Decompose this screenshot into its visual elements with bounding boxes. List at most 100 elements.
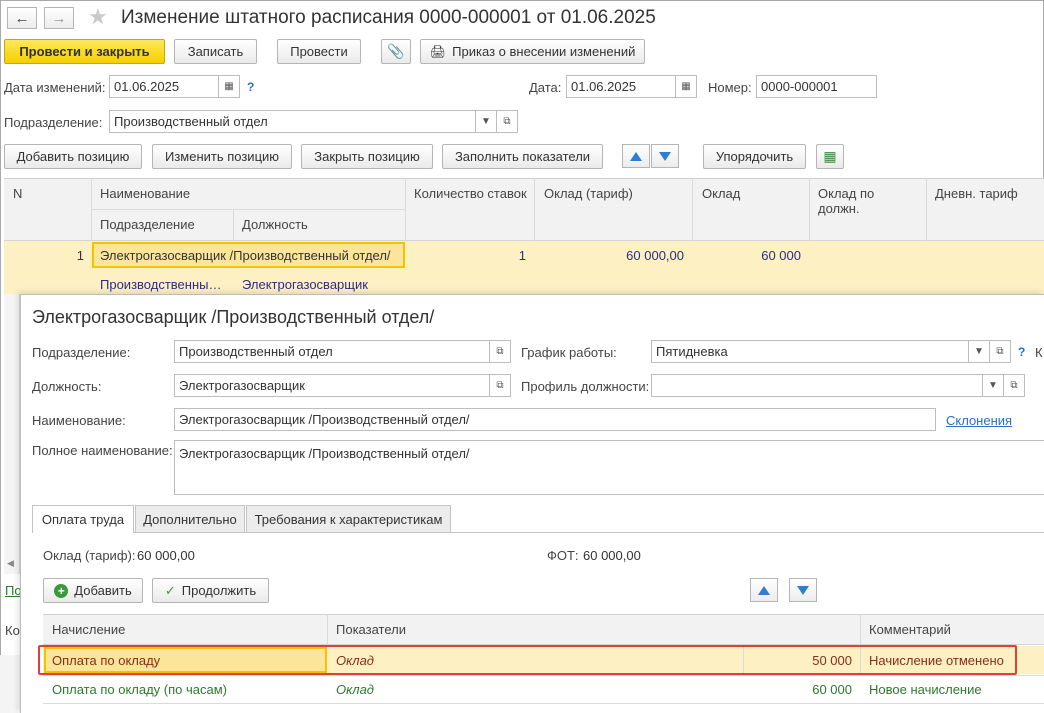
printer-icon: 🖨: [429, 43, 447, 59]
dialog-department-field[interactable]: Производственный отдел: [174, 340, 490, 363]
back-button[interactable]: ←: [7, 7, 37, 29]
accrual-name: Оплата по окладу (по часам): [52, 682, 227, 697]
arrow-right-icon: →: [51, 9, 67, 27]
profile-field[interactable]: [651, 374, 983, 397]
col-day-tariff-header[interactable]: Дневн. тариф: [935, 186, 1018, 201]
move-up-button[interactable]: [622, 144, 650, 168]
post-button[interactable]: Провести: [277, 39, 361, 64]
date-field[interactable]: 01.06.2025: [566, 75, 676, 98]
arrow-left-icon: ←: [14, 9, 30, 27]
tab-additional[interactable]: Дополнительно: [135, 505, 245, 532]
accrual-move-down-button[interactable]: [789, 578, 817, 602]
col-name-header[interactable]: Наименование: [100, 186, 190, 201]
full-name-textarea[interactable]: Электрогазосварщик /Производственный отд…: [174, 440, 1044, 495]
chevron-down-icon: ▼: [974, 346, 984, 357]
add-position-button[interactable]: Добавить позицию: [4, 144, 142, 169]
favorite-star-icon[interactable]: ★: [88, 4, 108, 30]
close-position-button[interactable]: Закрыть позицию: [301, 144, 433, 169]
grid-divider: [809, 178, 810, 241]
plus-circle-icon: +: [54, 583, 69, 598]
col-salary-header[interactable]: Оклад: [702, 186, 740, 201]
left-panel-stub: [0, 655, 20, 713]
grid-divider: [926, 178, 927, 241]
col-comment-header[interactable]: Комментарий: [869, 622, 951, 637]
number-field[interactable]: 0000-000001: [756, 75, 877, 98]
full-name-label: Полное наименование:: [32, 443, 173, 458]
dialog-post-field[interactable]: Электрогазосварщик: [174, 374, 490, 397]
accrual-move-up-button[interactable]: [750, 578, 778, 602]
save-button[interactable]: Записать: [174, 39, 257, 64]
grid-divider: [43, 703, 1044, 704]
tab-requirements[interactable]: Требования к характеристикам: [246, 505, 451, 532]
dialog-post-open-button[interactable]: ⧉: [490, 374, 511, 397]
add-accrual-label: Добавить: [74, 583, 132, 598]
accrual-value: 60 000: [812, 682, 852, 697]
accrual-comment: Новое начисление: [869, 682, 982, 697]
change-date-label: Дата изменений:: [4, 80, 106, 95]
col-salary-tariff-header[interactable]: Оклад (тариф): [544, 186, 633, 201]
tabs-baseline: [32, 532, 1044, 533]
table-settings-button[interactable]: ▦: [816, 144, 844, 169]
profile-dropdown-button[interactable]: ▼: [983, 374, 1004, 397]
continue-label: Продолжить: [181, 583, 257, 598]
department-open-button[interactable]: ⧉: [497, 110, 518, 133]
department-dropdown-button[interactable]: ▼: [476, 110, 497, 133]
department-field[interactable]: Производственный отдел: [109, 110, 476, 133]
col-rates-header[interactable]: Количество ставок: [414, 186, 527, 201]
arrow-up-icon: [630, 151, 642, 161]
change-date-field[interactable]: 01.06.2025: [109, 75, 219, 98]
schedule-open-button[interactable]: ⧉: [990, 340, 1011, 363]
col-salary-post-header[interactable]: Оклад по должн.: [818, 186, 918, 216]
open-icon: ⧉: [496, 380, 504, 391]
continue-button[interactable]: ✓ Продолжить: [152, 578, 269, 603]
grid-divider: [405, 178, 406, 241]
arrow-down-icon: [797, 585, 809, 595]
grid-divider: [233, 209, 234, 241]
dialog-department-label: Подразделение:: [32, 345, 131, 360]
attach-button[interactable]: 📎: [381, 39, 411, 64]
dialog-department-open-button[interactable]: ⧉: [490, 340, 511, 363]
grid-scrollbar[interactable]: [4, 294, 20, 574]
schedule-dropdown-button[interactable]: ▼: [969, 340, 990, 363]
row-rates: 1: [518, 248, 526, 263]
scroll-left-icon[interactable]: ◀: [7, 558, 14, 569]
edit-position-button[interactable]: Изменить позицию: [152, 144, 292, 169]
col-indicators-header[interactable]: Показатели: [336, 622, 406, 637]
dialog-name-label: Наименование:: [32, 413, 126, 428]
row-salary-tariff: 60 000,00: [626, 248, 684, 263]
move-down-button[interactable]: [651, 144, 679, 168]
dialog-name-field[interactable]: Электрогазосварщик /Производственный отд…: [174, 408, 936, 431]
change-date-calendar-button[interactable]: ▦: [219, 75, 240, 98]
grid-divider: [327, 614, 328, 645]
forward-button[interactable]: →: [44, 7, 74, 29]
col-accrual-header[interactable]: Начисление: [52, 622, 125, 637]
calendar-icon: ▦: [224, 81, 234, 92]
fot-value: 60 000,00: [583, 548, 641, 563]
col-n-header[interactable]: N: [13, 186, 22, 201]
schedule-cut-label: К: [1035, 345, 1043, 360]
date-calendar-button[interactable]: ▦: [676, 75, 697, 98]
arrow-up-icon: [758, 585, 770, 595]
schedule-help-icon[interactable]: ?: [1018, 345, 1025, 359]
fill-indicators-button[interactable]: Заполнить показатели: [442, 144, 603, 169]
order-button-label: Приказ о внесении изменений: [452, 44, 636, 59]
row-name: Электрогазосварщик /Производственный отд…: [100, 248, 391, 263]
chevron-down-icon: ▼: [988, 380, 998, 391]
declensions-link[interactable]: Склонения: [946, 413, 1012, 428]
tab-salary[interactable]: Оплата труда: [32, 505, 134, 533]
schedule-field[interactable]: Пятидневка: [651, 340, 969, 363]
col-post-header[interactable]: Должность: [242, 217, 308, 232]
chevron-down-icon: ▼: [481, 116, 491, 127]
number-label: Номер:: [708, 80, 752, 95]
grid-divider: [692, 178, 693, 241]
add-accrual-button[interactable]: + Добавить: [43, 578, 143, 603]
profile-open-button[interactable]: ⧉: [1004, 374, 1025, 397]
sort-button[interactable]: Упорядочить: [703, 144, 806, 169]
post-and-close-button[interactable]: Провести и закрыть: [4, 39, 165, 64]
row-salary: 60 000: [761, 248, 801, 263]
change-date-help-icon[interactable]: ?: [247, 80, 254, 94]
col-dept-header[interactable]: Подразделение: [100, 217, 195, 232]
order-button[interactable]: 🖨 Приказ о внесении изменений: [420, 39, 645, 64]
dialog-title: Электрогазосварщик /Производственный отд…: [32, 307, 435, 327]
tab-salary-label: Оклад (тариф):: [43, 548, 136, 563]
